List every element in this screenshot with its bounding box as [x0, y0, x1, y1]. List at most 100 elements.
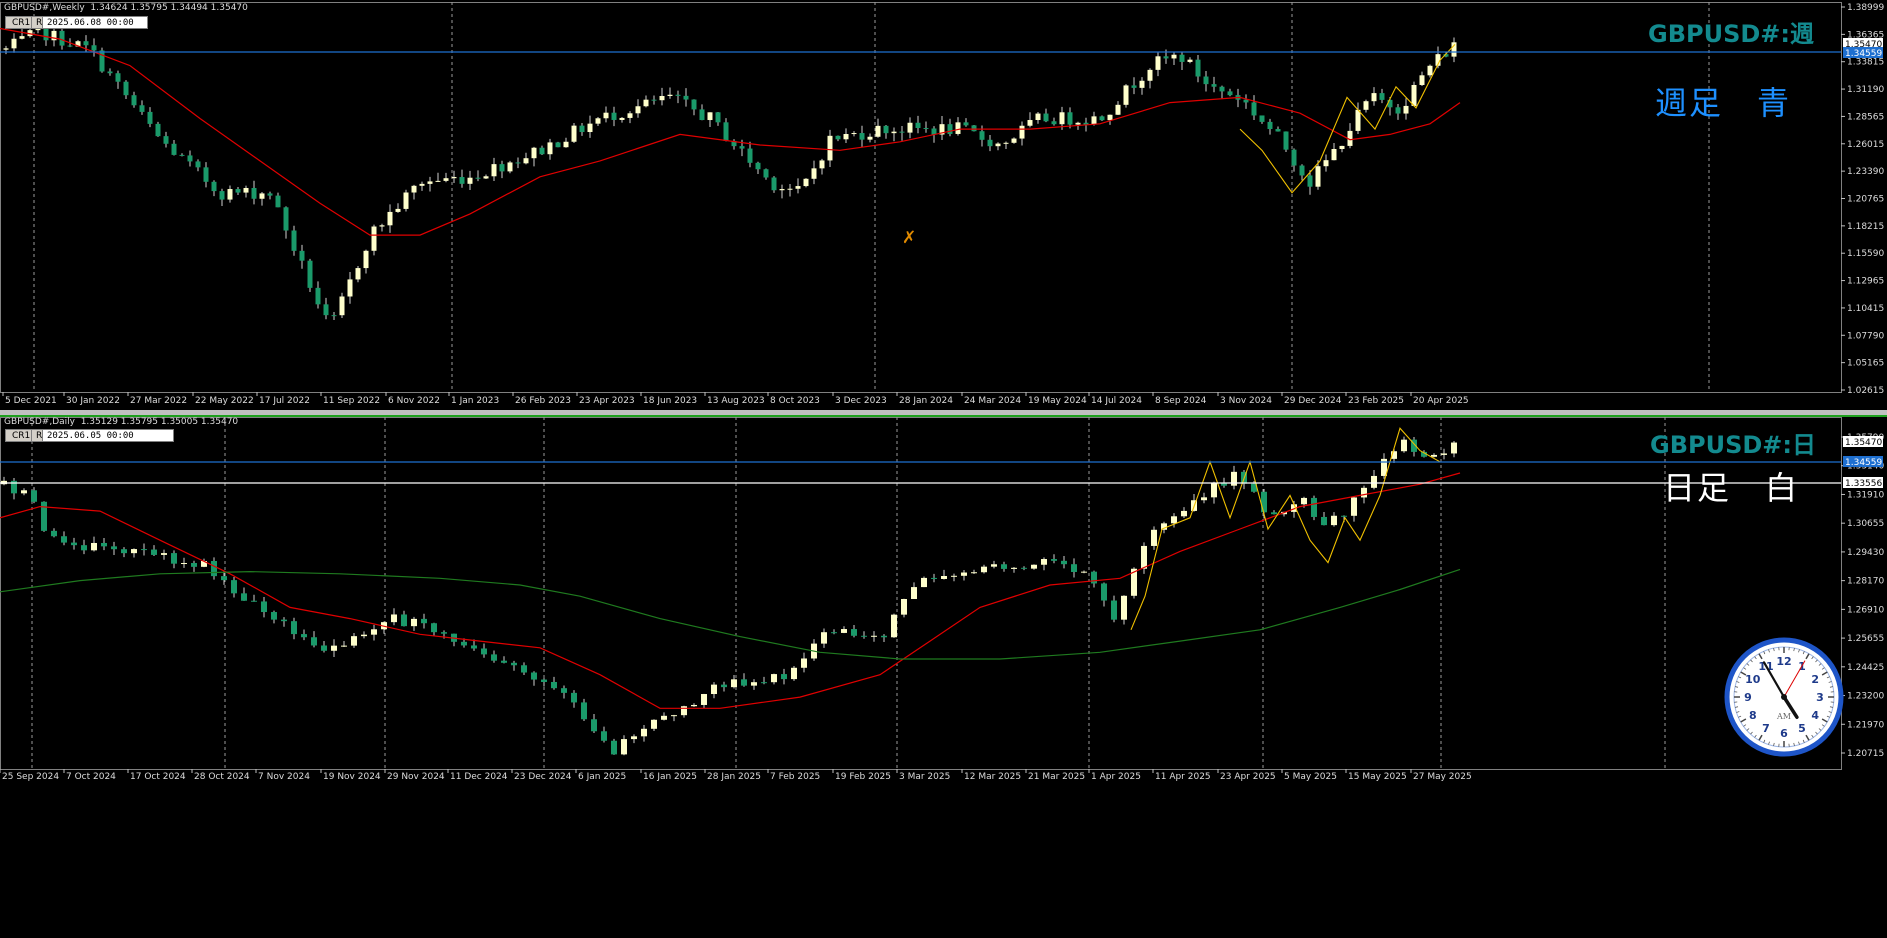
candle-body	[243, 187, 249, 193]
candle-body	[811, 168, 817, 179]
price-tick-label: 1.30655	[1847, 519, 1884, 529]
candle-body	[1311, 497, 1317, 517]
candle-body	[1075, 122, 1081, 125]
candle-body	[187, 155, 193, 162]
candle-body	[521, 665, 527, 673]
candle-body	[1147, 69, 1153, 81]
candle-body	[341, 645, 347, 647]
candle-body	[1321, 516, 1327, 526]
candle-body	[899, 131, 905, 133]
candle-body	[1099, 116, 1105, 121]
date-tick-label: 13 Aug 2023	[707, 396, 765, 406]
daily-date-box[interactable]: 2025.06.05 00:00	[42, 429, 174, 442]
weekly-chart-canvas[interactable]: 1.389991.363651.338151.311901.285651.260…	[0, 0, 1887, 410]
candle-body	[835, 135, 841, 140]
zigzag-line	[1239, 44, 1456, 194]
candle-body	[827, 135, 833, 161]
price-tick-label: 1.05165	[1847, 359, 1884, 369]
candle-body	[21, 490, 27, 494]
candle-body	[499, 164, 505, 172]
candle-body	[115, 73, 121, 82]
candle-body	[651, 99, 657, 101]
price-badge-label: 1.35470	[1845, 438, 1882, 448]
candle-body	[195, 161, 201, 168]
candle-body	[111, 546, 117, 550]
candle-body	[1155, 56, 1161, 70]
candle-body	[711, 684, 717, 695]
candle-body	[1051, 559, 1057, 561]
price-tick-label: 1.31190	[1847, 85, 1884, 95]
candle-body	[1361, 487, 1367, 498]
candle-body	[859, 133, 865, 140]
candle-body	[701, 694, 707, 705]
date-tick-label: 29 Nov 2024	[387, 772, 445, 782]
date-tick-label: 14 Jul 2024	[1091, 396, 1142, 406]
candle-body	[891, 131, 897, 134]
clock-number: 9	[1744, 691, 1752, 704]
candle-body	[299, 250, 305, 261]
candle-body	[301, 634, 307, 638]
candle-body	[371, 226, 377, 251]
candle-body	[587, 123, 593, 133]
weekly-chart-pane[interactable]: 1.38999 1.36365 1.33815 1.31190 1.28565 1.260…	[0, 0, 1887, 410]
candle-body	[491, 654, 497, 661]
candle-body	[1441, 453, 1447, 455]
candle-body	[331, 315, 337, 317]
candle-body	[641, 728, 647, 737]
candle-body	[387, 211, 393, 226]
candle-body	[451, 177, 457, 179]
date-tick-label: 8 Oct 2023	[770, 396, 820, 406]
candle-body	[963, 122, 969, 126]
plot-frame	[0, 417, 1842, 770]
price-tick-label: 1.28565	[1847, 112, 1884, 122]
candle-body	[1371, 475, 1377, 488]
candle-body	[881, 635, 887, 638]
candle-body	[1291, 149, 1297, 166]
candle-body	[531, 672, 537, 680]
candle-body	[323, 304, 329, 316]
candle-body	[339, 296, 345, 316]
date-tick-label: 28 Jan 2024	[899, 396, 953, 406]
candle-body	[951, 575, 957, 577]
crosshair-cursor-icon: ✗	[902, 228, 917, 247]
weekly-date-box[interactable]: 2025.06.08 00:00	[42, 16, 148, 29]
ma-red-line	[0, 472, 1461, 709]
daily-note-label: 日足 白	[1663, 469, 1800, 507]
daily-chart-pane[interactable]: 1.357901.331401.319101.306551.294301.281…	[0, 415, 1887, 938]
candle-body	[1315, 166, 1321, 187]
date-tick-label: 1 Jan 2023	[451, 396, 499, 406]
price-tick-label: 1.20765	[1847, 195, 1884, 205]
candle-body	[1131, 85, 1137, 88]
date-tick-label: 23 Dec 2024	[514, 772, 572, 782]
candle-body	[481, 648, 487, 655]
candle-body	[1379, 93, 1385, 100]
candle-body	[181, 563, 187, 565]
candle-body	[523, 158, 529, 164]
date-tick-label: 5 Dec 2021	[5, 396, 57, 406]
weekly-symbol-label: GBPUSD#:週	[1648, 20, 1814, 48]
candle-body	[59, 30, 65, 46]
candle-body	[787, 188, 793, 190]
candle-body	[1211, 483, 1217, 498]
candle-body	[219, 191, 225, 200]
price-tick-label: 1.21970	[1847, 720, 1884, 730]
candle-body	[1101, 583, 1107, 601]
candle-body	[941, 575, 947, 579]
date-tick-label: 21 Mar 2025	[1028, 772, 1085, 782]
candle-body	[1201, 497, 1207, 501]
candle-body	[1283, 131, 1289, 150]
clock-number: 5	[1798, 722, 1806, 735]
candle-body	[1011, 138, 1017, 143]
price-tick-label: 1.28170	[1847, 577, 1884, 587]
date-tick-label: 3 Nov 2024	[1220, 396, 1272, 406]
candle-body	[419, 183, 425, 186]
candle-body	[1351, 497, 1357, 516]
candle-body	[991, 564, 997, 567]
candle-body	[379, 225, 385, 227]
candle-body	[923, 128, 929, 130]
daily-chart-canvas[interactable]: 1.357901.331401.319101.306551.294301.281…	[0, 415, 1887, 938]
candle-body	[241, 593, 247, 601]
candle-body	[1395, 107, 1401, 114]
candle-body	[1035, 113, 1041, 121]
candle-body	[231, 580, 237, 594]
